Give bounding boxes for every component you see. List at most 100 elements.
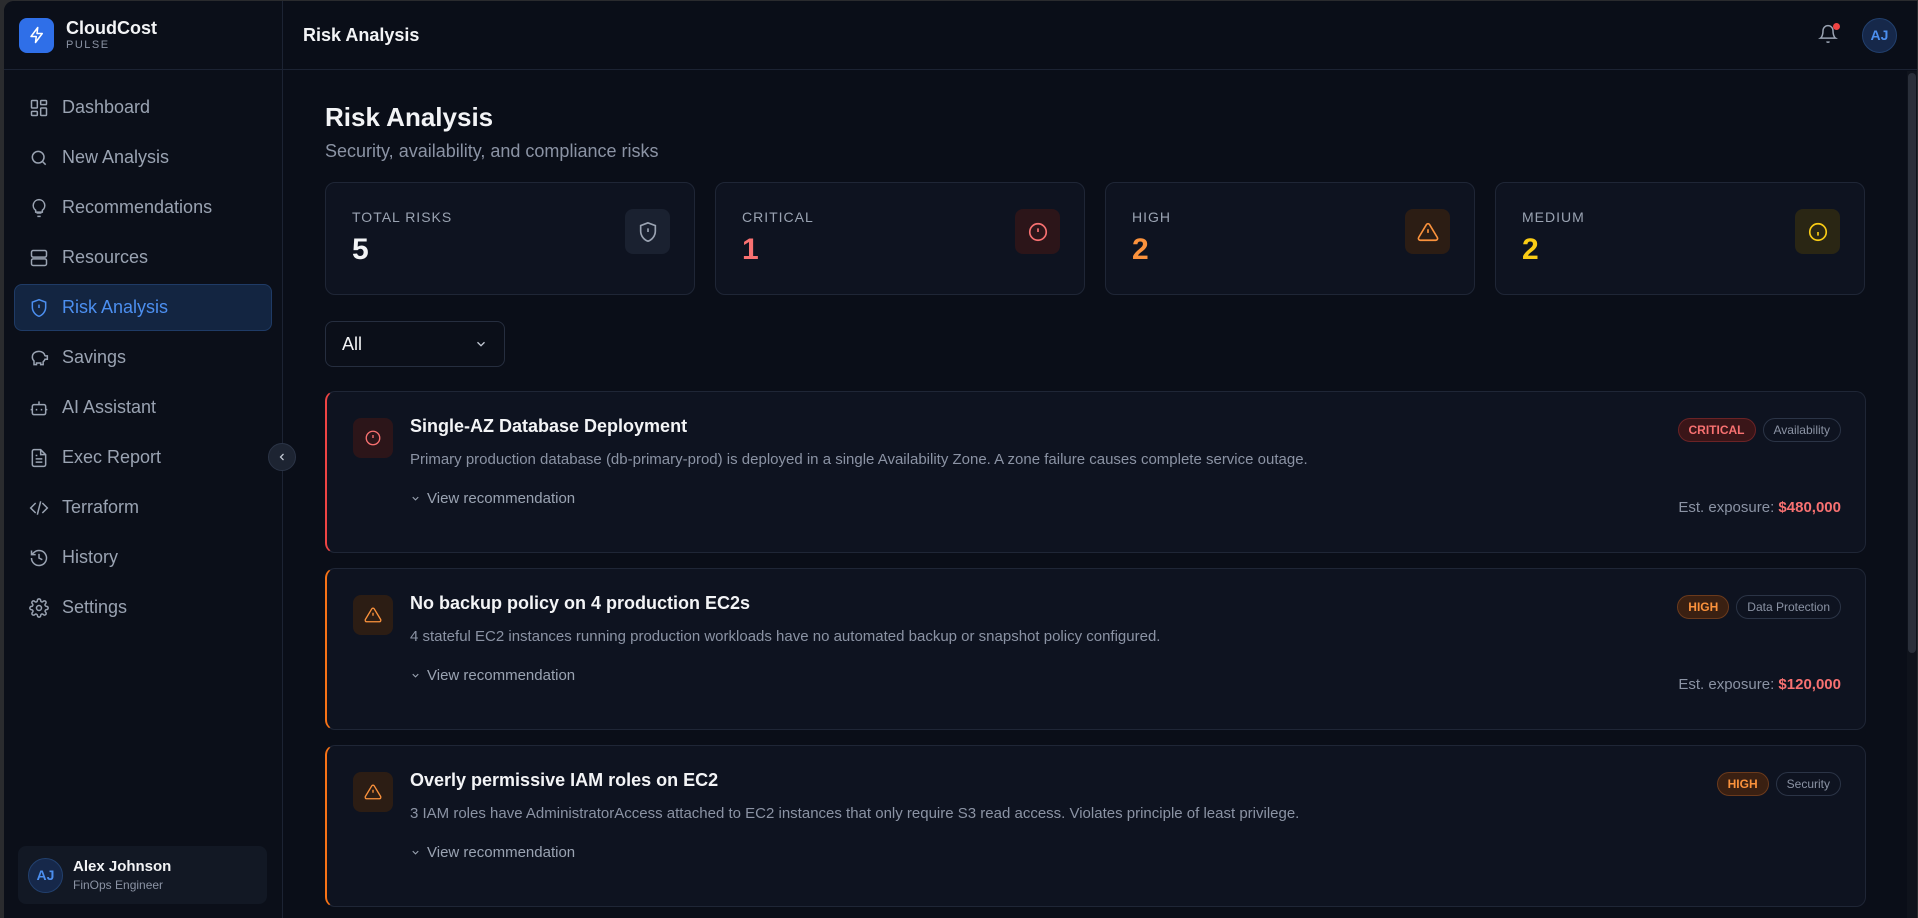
notification-dot: [1833, 23, 1840, 30]
risk-card: Single-AZ Database Deployment Primary pr…: [325, 391, 1866, 553]
code-icon: [29, 500, 49, 515]
shield-icon: [31, 298, 47, 317]
sidebar-collapse-button[interactable]: [268, 443, 296, 471]
sidebar-item-settings[interactable]: Settings: [14, 584, 272, 631]
sidebar-item-ai-assistant[interactable]: AI Assistant: [14, 384, 272, 431]
sidebar-item-terraform[interactable]: Terraform: [14, 484, 272, 531]
user-name: Alex Johnson: [73, 858, 172, 875]
chevron-down-icon: [412, 496, 419, 501]
sidebar-item-label: New Analysis: [62, 147, 170, 167]
severity-filter-select[interactable]: All: [325, 321, 505, 367]
warning-icon: [1405, 209, 1450, 254]
topbar-avatar[interactable]: AJ: [1862, 17, 1897, 53]
sidebar-item-label: Dashboard: [62, 97, 151, 117]
sidebar-item-label: History: [62, 547, 119, 567]
sidebar-item-label: AI Assistant: [62, 397, 157, 417]
shield-icon: [625, 209, 670, 254]
warning-icon: [353, 595, 393, 635]
gear-icon: [29, 597, 49, 618]
risk-title: Overly permissive IAM roles on EC2: [410, 770, 719, 790]
alert-circle-icon: [353, 418, 393, 458]
file-icon: [31, 448, 47, 467]
category-badge: Availability: [1762, 418, 1841, 442]
brand-subtitle: PULSE: [66, 39, 110, 51]
stat-label: CRITICAL: [742, 209, 814, 225]
topbar-title: Risk Analysis: [303, 24, 420, 45]
server-icon: [30, 249, 48, 266]
stat-value: 2: [1522, 233, 1539, 266]
sidebar-item-resources[interactable]: Resources: [14, 234, 272, 281]
dashboard-icon: [30, 99, 48, 116]
stat-card-critical: CRITICAL 1: [715, 182, 1085, 295]
exposure-label: Est. exposure:: [1678, 499, 1775, 516]
brand[interactable]: CloudCost PULSE: [4, 1, 282, 70]
sidebar: CloudCost PULSE Dashboard New Analysis R…: [4, 1, 296, 918]
user-profile-card[interactable]: AJ Alex Johnson FinOps Engineer: [18, 846, 267, 904]
page-content: Risk Analysis Security, availability, an…: [283, 70, 1917, 918]
severity-badge: HIGH: [1716, 772, 1769, 796]
risk-card: No backup policy on 4 production EC2s 4 …: [325, 568, 1866, 730]
sidebar-item-new-analysis[interactable]: New Analysis: [14, 134, 272, 181]
risk-title: No backup policy on 4 production EC2s: [410, 593, 751, 613]
page-subtitle: Security, availability, and compliance r…: [325, 141, 659, 161]
stat-label: HIGH: [1132, 209, 1171, 225]
stat-value: 5: [352, 233, 369, 266]
stat-value: 1: [742, 233, 759, 266]
risk-badges: CRITICAL Availability: [1677, 418, 1841, 442]
brand-name: CloudCost: [66, 18, 157, 38]
risk-badges: HIGH Data Protection: [1677, 595, 1841, 619]
stat-label: TOTAL RISKS: [352, 209, 453, 225]
sidebar-nav: Dashboard New Analysis Recommendations R…: [4, 70, 282, 631]
sidebar-item-savings[interactable]: Savings: [14, 334, 272, 381]
sidebar-item-label: Settings: [62, 597, 128, 617]
sidebar-item-label: Recommendations: [62, 197, 213, 217]
chevron-down-icon: [412, 673, 419, 678]
sidebar-item-dashboard[interactable]: Dashboard: [14, 84, 272, 131]
link-label: View recommendation: [427, 844, 576, 861]
bot-icon: [30, 400, 48, 415]
notifications-button[interactable]: [1818, 23, 1840, 46]
sidebar-item-label: Terraform: [62, 497, 140, 517]
search-icon: [31, 150, 47, 165]
stat-label: MEDIUM: [1522, 209, 1585, 225]
history-icon: [30, 549, 48, 566]
warning-icon: [353, 772, 393, 812]
view-recommendation-link[interactable]: View recommendation: [410, 490, 575, 507]
severity-badge: HIGH: [1677, 595, 1730, 619]
view-recommendation-link[interactable]: View recommendation: [410, 844, 575, 861]
sidebar-item-recommendations[interactable]: Recommendations: [14, 184, 272, 231]
sidebar-item-risk-analysis[interactable]: Risk Analysis: [14, 284, 272, 331]
link-label: View recommendation: [427, 667, 576, 684]
link-label: View recommendation: [427, 490, 576, 507]
exposure-amount: $120,000: [1778, 676, 1841, 693]
lightbulb-icon: [32, 198, 46, 217]
category-badge: Data Protection: [1736, 595, 1841, 619]
sidebar-item-history[interactable]: History: [14, 534, 272, 581]
sidebar-item-label: Exec Report: [62, 447, 162, 467]
risk-card: Overly permissive IAM roles on EC2 3 IAM…: [325, 745, 1866, 907]
main-area: Risk Analysis AJ Risk Analysis Security,…: [283, 1, 1917, 918]
info-icon: [1795, 209, 1840, 254]
risk-description: Primary production database (db-primary-…: [410, 451, 1308, 468]
filter-selected-value: All: [342, 333, 363, 354]
chevron-down-icon: [412, 850, 419, 855]
sidebar-item-label: Savings: [62, 347, 127, 367]
chevron-down-icon: [477, 341, 485, 347]
sidebar-item-label: Risk Analysis: [62, 297, 169, 317]
risk-badges: HIGH Security: [1716, 772, 1841, 796]
exposure: Est. exposure: $120,000: [1678, 676, 1841, 693]
risk-description: 3 IAM roles have AdministratorAccess att…: [410, 805, 1300, 822]
exposure-label: Est. exposure:: [1678, 676, 1775, 693]
stat-card-high: HIGH 2: [1105, 182, 1475, 295]
view-recommendation-link[interactable]: View recommendation: [410, 667, 575, 684]
chevron-left-icon: [279, 453, 284, 461]
category-badge: Security: [1775, 772, 1841, 796]
piggy-bank-icon: [31, 350, 49, 365]
risk-title: Single-AZ Database Deployment: [410, 416, 688, 436]
app-window: CloudCost PULSE Dashboard New Analysis R…: [4, 1, 1917, 918]
exposure-amount: $480,000: [1778, 499, 1841, 516]
stat-card-total: TOTAL RISKS 5: [325, 182, 695, 295]
stat-value: 2: [1132, 233, 1149, 266]
risk-description: 4 stateful EC2 instances running product…: [410, 628, 1161, 645]
sidebar-item-exec-report[interactable]: Exec Report: [14, 434, 272, 481]
